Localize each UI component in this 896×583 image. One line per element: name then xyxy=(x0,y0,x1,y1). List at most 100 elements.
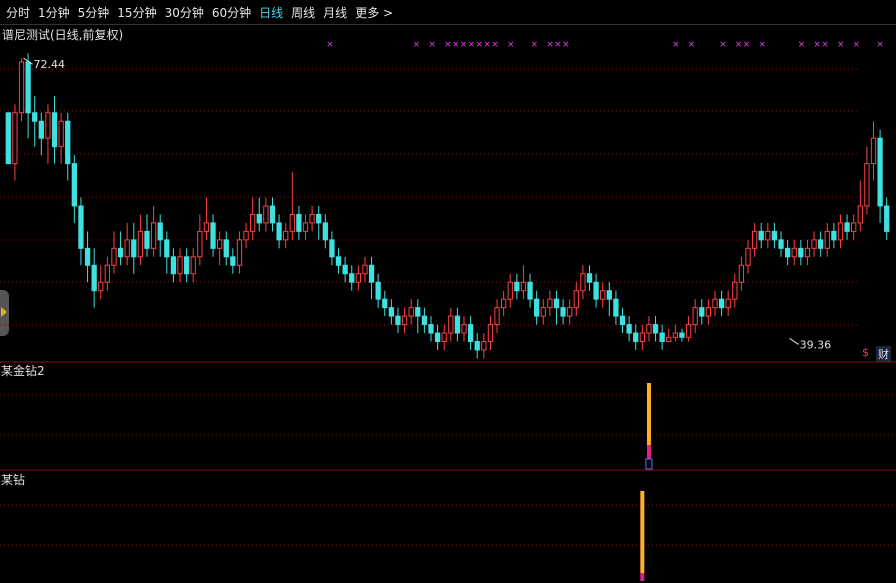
candle-body xyxy=(428,324,434,334)
candle-body xyxy=(18,61,25,114)
indicator2-panel xyxy=(640,491,645,581)
candle-body xyxy=(84,247,91,266)
candle-body xyxy=(434,332,441,343)
candle-body xyxy=(778,239,784,249)
low-label: 39.36 xyxy=(800,338,832,351)
cross-marker: × xyxy=(798,40,806,50)
candle-body xyxy=(111,247,117,266)
candle-body xyxy=(884,205,890,232)
candle-body xyxy=(725,298,731,309)
candle-body xyxy=(401,315,408,326)
candle-body xyxy=(534,298,540,317)
cross-marker: × xyxy=(483,40,491,50)
cross-marker: × xyxy=(813,40,821,50)
tab-period-8[interactable]: 月线 xyxy=(323,4,347,21)
candle-body xyxy=(745,247,751,266)
cross-marker: × xyxy=(735,40,743,50)
candle-body xyxy=(454,315,461,334)
tab-period-2[interactable]: 5分钟 xyxy=(78,4,110,21)
candle-body xyxy=(203,222,210,232)
cross-marker: × xyxy=(853,40,861,50)
cross-marker: × xyxy=(452,40,460,50)
candle-body xyxy=(699,307,705,317)
candle-body xyxy=(857,205,863,224)
tab-period-7[interactable]: 周线 xyxy=(291,4,315,21)
tab-period-4[interactable]: 30分钟 xyxy=(165,4,204,21)
indicator1-bar-base xyxy=(646,445,651,459)
tab-period-0[interactable]: 分时 xyxy=(6,4,30,21)
cross-marker: × xyxy=(554,40,562,50)
candle-body xyxy=(283,230,289,241)
candle-body xyxy=(302,222,309,232)
candle-body xyxy=(864,163,870,207)
candle-body xyxy=(124,239,130,258)
candle-body xyxy=(738,264,745,283)
cross-marker: × xyxy=(876,40,884,50)
candle-body xyxy=(144,230,150,249)
candle-body xyxy=(362,264,368,275)
cross-marker: × xyxy=(546,40,554,50)
cross-marker: × xyxy=(821,40,829,50)
candle-body xyxy=(771,230,778,241)
candle-body xyxy=(784,247,791,258)
candle-body xyxy=(256,213,262,224)
indicator1-panel xyxy=(645,383,653,470)
candle-body xyxy=(250,213,256,232)
candle-body xyxy=(580,273,586,292)
indicator2-bar xyxy=(640,491,645,573)
indicator1-title: 某金钻2 xyxy=(1,363,45,378)
candle-body xyxy=(481,341,487,351)
candle-body xyxy=(355,273,361,283)
candle-body xyxy=(487,324,494,343)
candle-body xyxy=(157,222,163,241)
candle-body xyxy=(177,256,183,275)
candle-body xyxy=(65,120,71,165)
cross-marker: × xyxy=(326,40,334,50)
low-pointer xyxy=(789,338,799,345)
candle-body xyxy=(567,307,573,317)
candle-body xyxy=(818,239,824,249)
candle-body xyxy=(672,332,679,338)
candle-body xyxy=(78,205,84,249)
candles xyxy=(5,53,890,359)
candle-body xyxy=(520,281,527,292)
candle-body xyxy=(322,222,328,241)
candle-body xyxy=(131,239,137,258)
candle-body xyxy=(804,247,811,258)
tab-period-3[interactable]: 15分钟 xyxy=(117,4,156,21)
candle-body xyxy=(98,281,104,292)
cross-marker: × xyxy=(460,40,468,50)
candle-body xyxy=(461,324,467,334)
candle-body xyxy=(104,264,111,283)
candle-body xyxy=(51,112,58,148)
cross-marker: × xyxy=(758,40,766,50)
indicator1-bar xyxy=(646,383,651,445)
tab-period-5[interactable]: 60分钟 xyxy=(212,4,251,21)
cross-marker: × xyxy=(428,40,436,50)
candle-body xyxy=(791,247,797,258)
cross-marker: × xyxy=(476,40,484,50)
candle-body xyxy=(758,230,764,241)
candle-body xyxy=(58,120,64,148)
candle-body xyxy=(659,332,665,343)
candle-body xyxy=(183,256,190,275)
candle-body xyxy=(117,247,124,258)
candle-body xyxy=(309,213,315,224)
tab-period-6[interactable]: 日线 xyxy=(259,4,283,21)
tab-period-1[interactable]: 1分钟 xyxy=(38,4,70,21)
candle-body xyxy=(296,213,302,232)
cross-marker: × xyxy=(688,40,696,50)
chart-title: 谱尼测试(日线,前复权) xyxy=(2,27,123,42)
candle-body xyxy=(870,137,877,165)
tab-period-9[interactable]: 更多 > xyxy=(355,4,393,21)
candle-body xyxy=(395,315,401,326)
candle-body xyxy=(289,213,295,232)
candle-body xyxy=(408,307,414,317)
candle-body xyxy=(547,298,553,309)
candle-body xyxy=(164,239,170,258)
candle-body xyxy=(751,230,758,249)
candlestick-chart: × × × × × × × × × × × × × × × × × × × × × × × × × × × 谱尼测试(日线,前复权)… xyxy=(0,27,896,581)
candle-body xyxy=(652,324,659,334)
candle-body xyxy=(329,239,335,258)
candle-body xyxy=(137,230,144,258)
